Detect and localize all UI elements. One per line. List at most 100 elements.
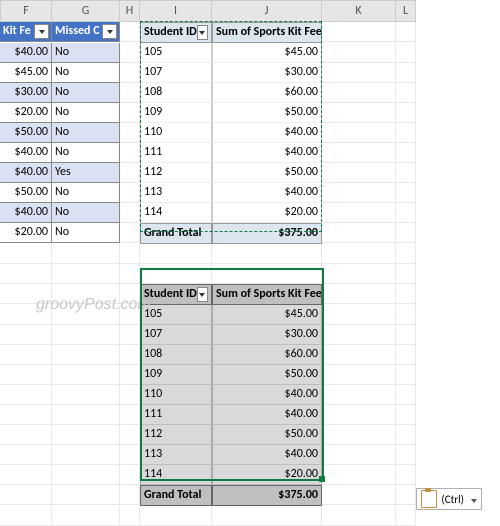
cell[interactable] bbox=[396, 223, 416, 243]
cell[interactable] bbox=[396, 123, 416, 143]
cell[interactable] bbox=[0, 425, 52, 445]
table-cell-missed[interactable]: No bbox=[52, 103, 120, 123]
filter-button[interactable] bbox=[197, 25, 208, 40]
table-cell-fee[interactable]: $50.00 bbox=[0, 123, 52, 143]
cell[interactable] bbox=[0, 345, 52, 365]
cell[interactable] bbox=[396, 284, 416, 304]
pivot-cell-id[interactable]: 105 bbox=[140, 43, 212, 63]
pasted-cell-id[interactable]: 113 bbox=[140, 445, 212, 465]
cell[interactable] bbox=[140, 244, 212, 264]
pasted-cell-sum[interactable]: $40.00 bbox=[212, 385, 322, 405]
pivot-cell-sum[interactable]: $40.00 bbox=[212, 143, 322, 163]
pasted-total-label[interactable]: Grand Total bbox=[140, 485, 212, 506]
cell[interactable] bbox=[322, 63, 396, 83]
pivot-header-sum[interactable]: Sum of Sports Kit Fee bbox=[212, 22, 322, 43]
pivot-cell-sum[interactable]: $40.00 bbox=[212, 183, 322, 203]
pasted-cell-sum[interactable]: $60.00 bbox=[212, 345, 322, 365]
table-cell-missed[interactable]: No bbox=[52, 83, 120, 103]
cell[interactable] bbox=[0, 365, 52, 385]
pasted-cell-id[interactable]: 109 bbox=[140, 365, 212, 385]
cell[interactable] bbox=[322, 385, 396, 405]
cell[interactable] bbox=[52, 264, 120, 284]
cell[interactable] bbox=[212, 264, 322, 284]
cell[interactable] bbox=[322, 506, 396, 526]
cell[interactable] bbox=[120, 325, 140, 345]
table-cell-missed[interactable]: No bbox=[52, 223, 120, 243]
cell[interactable] bbox=[120, 345, 140, 365]
paste-options-button[interactable]: (Ctrl) bbox=[416, 488, 482, 510]
table-cell-fee[interactable]: $50.00 bbox=[0, 183, 52, 203]
column-header[interactable]: L bbox=[396, 0, 416, 22]
cell[interactable] bbox=[322, 485, 396, 505]
cell[interactable] bbox=[396, 22, 416, 42]
pivot-cell-id[interactable]: 107 bbox=[140, 63, 212, 83]
cell[interactable] bbox=[0, 244, 52, 264]
cell[interactable] bbox=[0, 264, 52, 284]
table-header-missed[interactable]: Missed C bbox=[52, 22, 120, 42]
cell[interactable] bbox=[120, 183, 140, 203]
cell[interactable] bbox=[0, 506, 52, 526]
pasted-cell-id[interactable]: 108 bbox=[140, 345, 212, 365]
cell[interactable] bbox=[120, 365, 140, 385]
cell[interactable] bbox=[0, 284, 52, 304]
pasted-cell-id[interactable]: 107 bbox=[140, 325, 212, 345]
cell[interactable] bbox=[322, 264, 396, 284]
cell[interactable] bbox=[52, 465, 120, 485]
cell[interactable] bbox=[120, 465, 140, 485]
pasted-cell-id[interactable]: 105 bbox=[140, 305, 212, 325]
table-cell-fee[interactable]: $40.00 bbox=[0, 43, 52, 63]
cell[interactable] bbox=[396, 485, 416, 505]
cell[interactable] bbox=[396, 425, 416, 445]
cell[interactable] bbox=[120, 22, 140, 42]
filter-button[interactable] bbox=[102, 24, 117, 39]
cell[interactable] bbox=[120, 445, 140, 465]
cell[interactable] bbox=[52, 405, 120, 425]
cell[interactable] bbox=[322, 345, 396, 365]
cell[interactable] bbox=[322, 22, 396, 42]
column-header[interactable]: I bbox=[140, 0, 212, 22]
table-cell-fee[interactable]: $40.00 bbox=[0, 203, 52, 223]
cell[interactable] bbox=[322, 425, 396, 445]
cell[interactable] bbox=[52, 485, 120, 505]
filter-button[interactable] bbox=[197, 287, 208, 302]
cell[interactable] bbox=[322, 183, 396, 203]
cell[interactable] bbox=[396, 83, 416, 103]
pivot-header-student-id[interactable]: Student ID bbox=[140, 22, 212, 43]
cell[interactable] bbox=[140, 506, 212, 526]
cell[interactable] bbox=[322, 284, 396, 304]
cell[interactable] bbox=[120, 203, 140, 223]
table-cell-fee[interactable]: $40.00 bbox=[0, 163, 52, 183]
cell[interactable] bbox=[396, 203, 416, 223]
pasted-cell-id[interactable]: 110 bbox=[140, 385, 212, 405]
cell[interactable] bbox=[120, 284, 140, 304]
cell[interactable] bbox=[212, 244, 322, 264]
cell[interactable] bbox=[322, 83, 396, 103]
cell[interactable] bbox=[322, 223, 396, 243]
cell[interactable] bbox=[0, 325, 52, 345]
cell[interactable] bbox=[396, 405, 416, 425]
cell[interactable] bbox=[120, 305, 140, 325]
cell[interactable] bbox=[120, 83, 140, 103]
cell[interactable] bbox=[120, 63, 140, 83]
cell[interactable] bbox=[322, 43, 396, 63]
cell[interactable] bbox=[120, 264, 140, 284]
cell[interactable] bbox=[52, 305, 120, 325]
cell[interactable] bbox=[52, 325, 120, 345]
cell[interactable] bbox=[396, 506, 416, 526]
cell[interactable] bbox=[322, 405, 396, 425]
cell[interactable] bbox=[396, 365, 416, 385]
cell[interactable] bbox=[322, 365, 396, 385]
cell[interactable] bbox=[396, 345, 416, 365]
cell[interactable] bbox=[396, 43, 416, 63]
table-cell-fee[interactable]: $45.00 bbox=[0, 63, 52, 83]
cell[interactable] bbox=[396, 385, 416, 405]
cell[interactable] bbox=[322, 445, 396, 465]
table-cell-missed[interactable]: No bbox=[52, 143, 120, 163]
table-header-kit-fee[interactable]: Kit Fe bbox=[0, 22, 52, 42]
cell[interactable] bbox=[396, 143, 416, 163]
pasted-total-value[interactable]: $375.00 bbox=[212, 485, 322, 506]
pivot-total-value[interactable]: $375.00 bbox=[212, 223, 322, 244]
table-cell-missed[interactable]: No bbox=[52, 43, 120, 63]
column-header[interactable]: H bbox=[120, 0, 140, 22]
cell[interactable] bbox=[322, 103, 396, 123]
